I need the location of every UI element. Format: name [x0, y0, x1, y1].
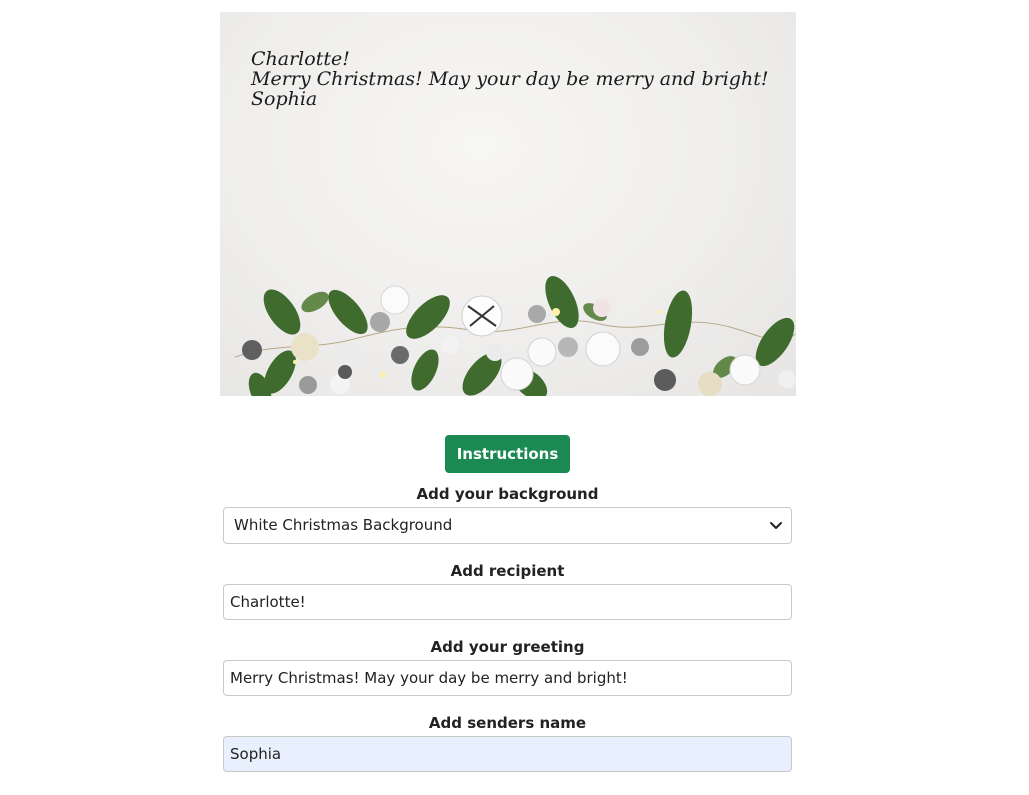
sender-label: Add senders name [428, 714, 587, 732]
greeting-label: Add your greeting [430, 638, 585, 656]
chevron-down-icon [770, 522, 782, 529]
background-select[interactable]: White Christmas Background [223, 507, 792, 544]
recipient-label: Add recipient [450, 562, 565, 580]
card-greeting-text: Merry Christmas! May your day be merry a… [251, 68, 769, 90]
card-message: Charlotte! Merry Christmas! May your day… [251, 49, 768, 109]
background-label: Add your background [416, 485, 599, 503]
greeting-input[interactable] [223, 660, 792, 696]
recipient-input[interactable] [223, 584, 792, 620]
background-select-value: White Christmas Background [234, 516, 453, 534]
sender-input[interactable] [223, 736, 792, 772]
card-recipient-text: Charlotte! [251, 48, 350, 70]
card-preview: Charlotte! Merry Christmas! May your day… [220, 12, 796, 396]
card-sender-text: Sophia [251, 88, 318, 110]
instructions-button[interactable]: Instructions [445, 435, 570, 473]
